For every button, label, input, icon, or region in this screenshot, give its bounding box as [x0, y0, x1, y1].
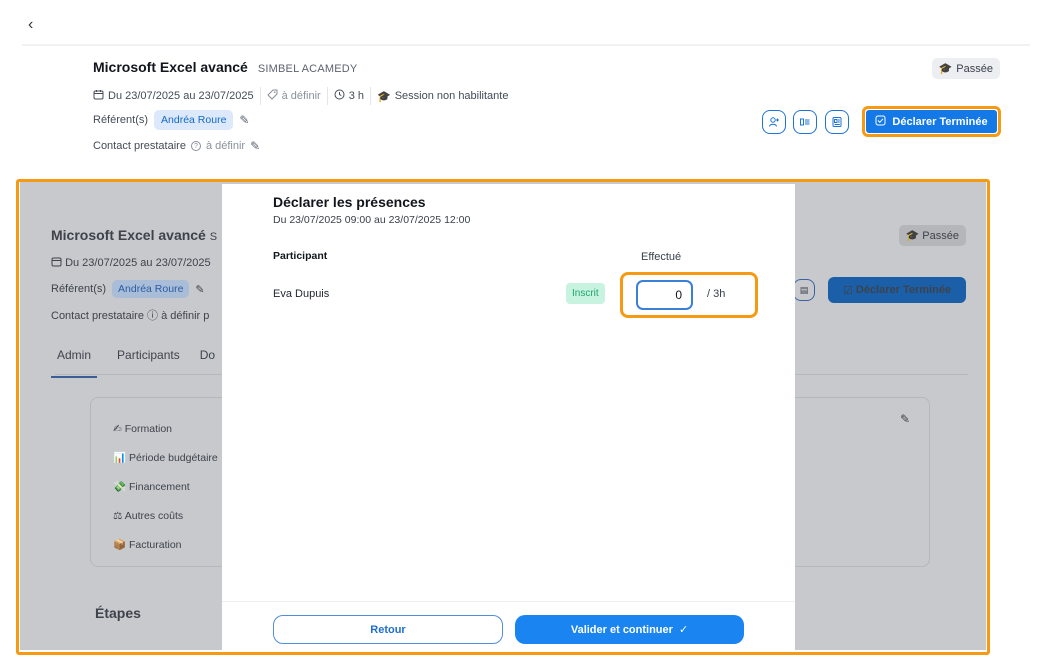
- column-header-participant: Participant: [273, 250, 328, 262]
- edit-pencil-icon: ✎: [900, 412, 911, 426]
- bg-status-badge: 🎓 Passée: [898, 225, 966, 246]
- bg-contact-row: Contact prestataire ⓘ à définir p: [51, 310, 210, 322]
- course-title: Microsoft Excel avancé: [93, 59, 248, 75]
- dates-text: Du 23/07/2025 au 23/07/2025: [108, 90, 254, 102]
- document-icon[interactable]: [825, 110, 849, 134]
- section-formation: ✍ Formation: [113, 423, 172, 435]
- duration-cell: 3 h: [334, 87, 372, 105]
- bg-document-icon: ▤: [793, 279, 815, 301]
- attendance-modal: Déclarer les présences Du 23/07/2025 09:…: [222, 184, 795, 650]
- validate-continue-label: Valider et continuer: [570, 623, 673, 636]
- calendar-icon: [93, 89, 104, 103]
- status-badge: 🎓 Passée: [931, 58, 1000, 79]
- graduation-cap-icon: 🎓: [377, 90, 391, 103]
- edit-pencil-icon[interactable]: ✎: [250, 139, 260, 153]
- section-billing: 📦 Facturation: [113, 539, 182, 551]
- back-chevron-icon[interactable]: ‹: [28, 16, 42, 34]
- checkbox-icon: ☑: [842, 284, 853, 297]
- hours-done-input[interactable]: [636, 280, 693, 310]
- referent-row: Référent(s) Andréa Roure ✎: [93, 110, 249, 130]
- referent-chip[interactable]: Andréa Roure: [154, 110, 234, 130]
- list-view-icon[interactable]: [793, 110, 817, 134]
- back-button[interactable]: Retour: [273, 615, 503, 644]
- status-badge-label: Passée: [956, 62, 993, 75]
- section-financing: 💸 Financement: [113, 481, 190, 493]
- session-type-text: Session non habilitante: [394, 90, 509, 102]
- modal-subtitle: Du 23/07/2025 09:00 au 23/07/2025 12:00: [273, 214, 471, 226]
- calendar-icon: [51, 257, 62, 267]
- modal-footer-divider: [222, 601, 795, 602]
- clock-icon: [334, 89, 345, 103]
- column-header-done: Effectué: [641, 251, 682, 263]
- help-icon: ⓘ: [147, 310, 158, 322]
- graduation-cap-icon: 🎓: [938, 63, 953, 75]
- referent-label: Référent(s): [93, 114, 149, 126]
- graduation-cap-icon: 🎓: [905, 230, 920, 242]
- course-header: Microsoft Excel avancé SIMBEL ACAMEDY: [93, 59, 357, 75]
- add-participant-icon[interactable]: [762, 110, 786, 134]
- modal-title: Déclarer les présences: [273, 194, 426, 210]
- session-type-cell: 🎓 Session non habilitante: [377, 87, 514, 105]
- edit-pencil-icon[interactable]: ✎: [239, 113, 249, 127]
- bg-course-title: Microsoft Excel avancé S: [51, 227, 218, 243]
- tag-icon: [266, 89, 278, 103]
- bg-dates: Du 23/07/2025 au 23/07/2025: [51, 256, 211, 269]
- top-divider: [22, 44, 1030, 46]
- contact-value: à définir: [205, 140, 246, 152]
- section-other-costs: ⚖ Autres coûts: [113, 510, 184, 522]
- hours-total: / 3h: [707, 288, 726, 300]
- dates-cell: Du 23/07/2025 au 23/07/2025: [93, 87, 261, 105]
- section-budget-period: 📊 Période budgétaire: [113, 452, 218, 464]
- hours-field-highlight: / 3h: [620, 272, 758, 318]
- edit-pencil-icon: ✎: [195, 283, 205, 296]
- price-text: à définir: [281, 90, 321, 102]
- contact-row: Contact prestataire ? à définir ✎: [93, 139, 260, 153]
- bg-section-list: ✍ Formation 📊 Période budgétaire 💸 Finan…: [113, 415, 218, 560]
- checkbox-icon: [875, 115, 886, 129]
- declare-finished-label: Déclarer Terminée: [892, 115, 988, 128]
- help-icon[interactable]: ?: [190, 141, 201, 151]
- session-meta: Du 23/07/2025 au 23/07/2025 à définir 3 …: [93, 87, 520, 105]
- provider-name: SIMBEL ACAMEDY: [257, 63, 358, 75]
- price-cell: à définir: [266, 87, 328, 105]
- validate-continue-button[interactable]: Valider et continuer ✓: [515, 615, 744, 644]
- check-icon: ✓: [678, 624, 689, 636]
- duration-text: 3 h: [348, 90, 365, 102]
- participant-name: Eva Dupuis: [273, 288, 330, 300]
- bg-referent-row: Référent(s) Andréa Roure ✎: [51, 280, 205, 298]
- participant-status-badge: Inscrit: [566, 283, 605, 304]
- bg-declare-button: ☑ Déclarer Terminée: [828, 277, 966, 303]
- bg-etapes-heading: Étapes: [95, 605, 141, 621]
- declare-finished-button[interactable]: Déclarer Terminée: [862, 106, 1001, 137]
- contact-label: Contact prestataire: [93, 140, 186, 152]
